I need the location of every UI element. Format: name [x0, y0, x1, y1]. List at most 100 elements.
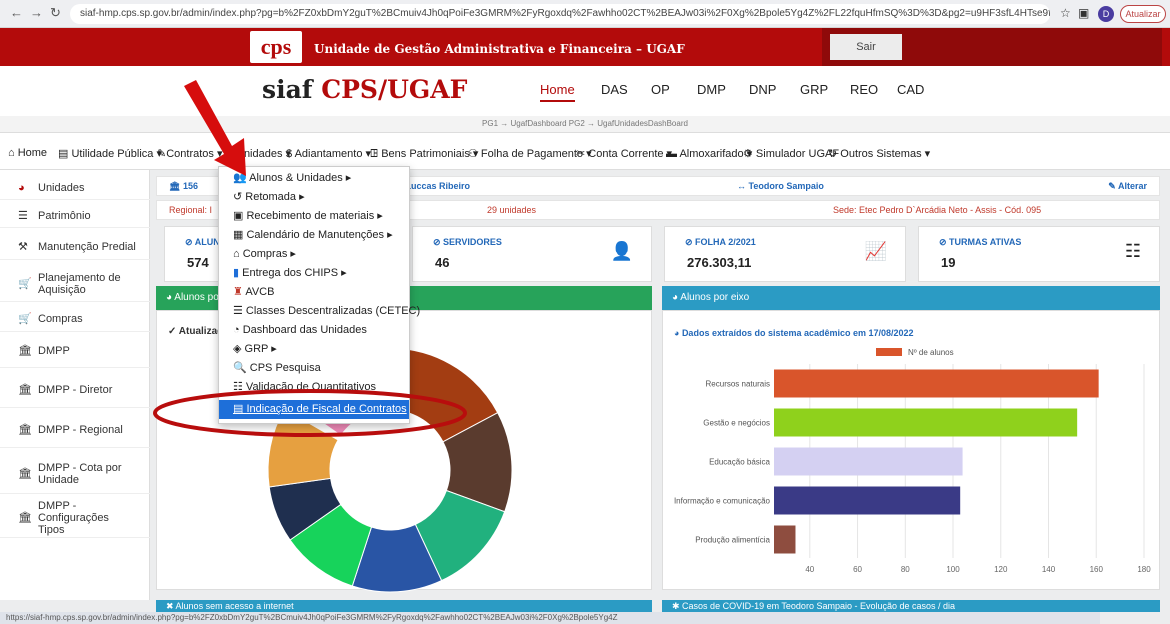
- card-label: ⊘ TURMAS ATIVAS: [939, 237, 1022, 247]
- menu-utilidade[interactable]: ▤ Utilidade Pública ▾: [58, 147, 162, 160]
- menu-simulador[interactable]: ⚙ Simulador UGAF: [743, 147, 839, 160]
- book-icon: ▤: [58, 148, 72, 160]
- nav-op[interactable]: OP: [651, 82, 670, 97]
- x-tick-label: 60: [853, 565, 862, 574]
- sidebar-item-unidades[interactable]: ◕ Unidades: [0, 176, 150, 200]
- unit-city: ↔ Teodoro Sampaio: [737, 181, 824, 191]
- list-icon: ☷: [1124, 241, 1141, 261]
- sidebar-item-label: DMPP - Diretor: [38, 383, 113, 396]
- sidebar-item-label: Manutenção Predial: [38, 240, 136, 253]
- sidebar-item-dmpp-diretor[interactable]: 🏛 DMPP - Diretor: [0, 372, 150, 408]
- sidebar-item-label: DMPP: [38, 344, 70, 357]
- pie-icon: ◕: [18, 181, 25, 194]
- menu-home[interactable]: ⌂ Home: [8, 147, 47, 159]
- sidebar-item-dmpp[interactable]: 🏛 DMPP: [0, 334, 150, 368]
- back-icon[interactable]: ←: [10, 5, 23, 20]
- cps-logo: cps: [250, 31, 302, 63]
- status-bar: https://siaf-hmp.cps.sp.gov.br/admin/ind…: [0, 612, 1100, 624]
- logout-button[interactable]: Sair: [830, 34, 902, 60]
- sidebar-item-dmpp-cota[interactable]: 🏛 DMPP - Cota por Unidade: [0, 454, 150, 494]
- x-tick-label: 140: [1042, 565, 1056, 574]
- gear-icon: ⚙: [743, 148, 756, 160]
- chart-subtitle: ◕ Dados extraídos do sistema acadêmico e…: [674, 328, 914, 338]
- sidebar-item-manutencao[interactable]: ⚒ Manutenção Predial: [0, 234, 150, 260]
- window-icon[interactable]: ▣: [1078, 6, 1089, 20]
- card-value: 276.303,11: [687, 255, 752, 270]
- x-tick-label: 180: [1137, 565, 1151, 574]
- cycle-icon: ↻: [828, 148, 841, 160]
- star-icon[interactable]: ☆: [1060, 6, 1071, 20]
- sidebar-item-dmpp-config[interactable]: 🏛 DMPP - Configurações Tipos: [0, 498, 150, 538]
- address-bar[interactable]: siaf-hmp.cps.sp.gov.br/admin/index.php?p…: [70, 4, 1050, 24]
- nav-das[interactable]: DAS: [601, 82, 628, 97]
- sidebar-item-patrimonio[interactable]: ☰ Patrimônio: [0, 204, 150, 228]
- reload-icon[interactable]: ↻: [50, 5, 61, 21]
- chart-line-icon: 📈: [864, 241, 887, 261]
- sidebar-item-label: Patrimônio: [38, 209, 91, 222]
- nav-dmp[interactable]: DMP: [697, 82, 726, 97]
- card-folha: ⊘ FOLHA 2/2021 276.303,11 📈: [664, 226, 906, 282]
- sede-label: Sede: Etec Pedro D`Arcádia Neto - Assis …: [833, 205, 1042, 215]
- annotation-overlay: [153, 80, 467, 437]
- annotation-arrow: [184, 80, 246, 176]
- nav-dnp[interactable]: DNP: [749, 82, 776, 97]
- annotation-ellipse: [153, 389, 467, 437]
- bar: [774, 525, 796, 554]
- units-count: 29 unidades: [487, 205, 537, 215]
- menu-conta[interactable]: ✂ Conta Corrente ▾: [576, 147, 672, 160]
- update-button[interactable]: Atualizar: [1120, 5, 1166, 23]
- edit-link[interactable]: ✎ Alterar: [1108, 177, 1147, 195]
- sidebar-item-label: DMPP - Configurações Tipos: [38, 499, 109, 536]
- panel-bottom-left: ✖ Alunos sem acesso a internet: [156, 600, 652, 612]
- card-turmas: ⊘ TURMAS ATIVAS 19 ☷: [918, 226, 1160, 282]
- menu-simulador-label: Simulador UGAF: [755, 148, 840, 160]
- menu-almoxarifado[interactable]: ▬ Almoxarifado ▾: [666, 147, 752, 160]
- category-label: Produção alimentícia: [695, 536, 770, 545]
- sidebar-item-planejamento[interactable]: 🛒 Planejamento de Aquisição: [0, 266, 150, 302]
- panel-bottom-left-title: Alunos sem acesso a internet: [175, 601, 294, 611]
- profile-avatar[interactable]: D: [1098, 6, 1114, 22]
- menu-outros[interactable]: ↻ Outros Sistemas ▾: [828, 147, 930, 160]
- bank-icon: 🏛: [18, 512, 32, 524]
- bank-icon: 🏛: [18, 345, 32, 357]
- legend-label: Nº de alunos: [908, 348, 954, 357]
- x-tick-label: 80: [901, 565, 910, 574]
- menu-utilidade-label: Utilidade Pública ▾: [71, 148, 162, 160]
- nav-reo[interactable]: REO: [850, 82, 878, 97]
- card-label: ⊘ FOLHA 2/2021: [685, 237, 756, 247]
- sidebar-item-compras[interactable]: 🛒 Compras: [0, 306, 150, 332]
- nav-home[interactable]: Home: [540, 82, 575, 102]
- legend-swatch: [876, 348, 902, 356]
- category-label: Informação e comunicação: [674, 497, 771, 506]
- bar: [774, 447, 963, 476]
- scissors-icon: ✂: [576, 148, 589, 160]
- x-tick-label: 120: [994, 565, 1008, 574]
- category-label: Recursos naturais: [706, 380, 770, 389]
- panel-bottom-right: ✱ Casos de COVID-19 em Teodoro Sampaio -…: [662, 600, 1160, 612]
- bar: [774, 408, 1078, 437]
- bank-icon: 🏛: [18, 384, 32, 396]
- cart-icon: 🛒: [18, 278, 32, 290]
- sidebar-item-dmpp-regional[interactable]: 🏛 DMPP - Regional: [0, 412, 150, 448]
- x-tick-label: 100: [946, 565, 960, 574]
- menu-conta-label: Conta Corrente ▾: [588, 148, 673, 160]
- hammer-icon: ⚒: [18, 241, 28, 253]
- menu-almoxarifado-label: Almoxarifado ▾: [679, 148, 753, 160]
- home-icon: ⌂: [8, 147, 18, 159]
- panel-bottom-right-title: Casos de COVID-19 em Teodoro Sampaio - E…: [682, 601, 956, 611]
- x-tick-label: 40: [805, 565, 814, 574]
- menu-outros-label: Outros Sistemas ▾: [840, 148, 931, 160]
- sidebar-item-label: Compras: [38, 312, 83, 325]
- nav-cad[interactable]: CAD: [897, 82, 924, 97]
- barcode-icon: ☰: [18, 210, 28, 222]
- panel-right-header: ◕ Alunos por eixo: [662, 286, 1160, 310]
- sidebar-item-label: Planejamento de Aquisição: [38, 271, 121, 296]
- forward-icon[interactable]: →: [30, 5, 43, 20]
- sidebar-item-label: DMPP - Regional: [38, 423, 123, 436]
- category-label: Educação básica: [709, 458, 770, 467]
- sidebar-item-label: Unidades: [38, 181, 85, 194]
- nav-grp[interactable]: GRP: [800, 82, 828, 97]
- bank-icon: 🏛: [18, 468, 32, 480]
- bank-icon: 🏛: [18, 424, 32, 436]
- banner-title: Unidade de Gestão Administrativa e Finan…: [314, 42, 685, 56]
